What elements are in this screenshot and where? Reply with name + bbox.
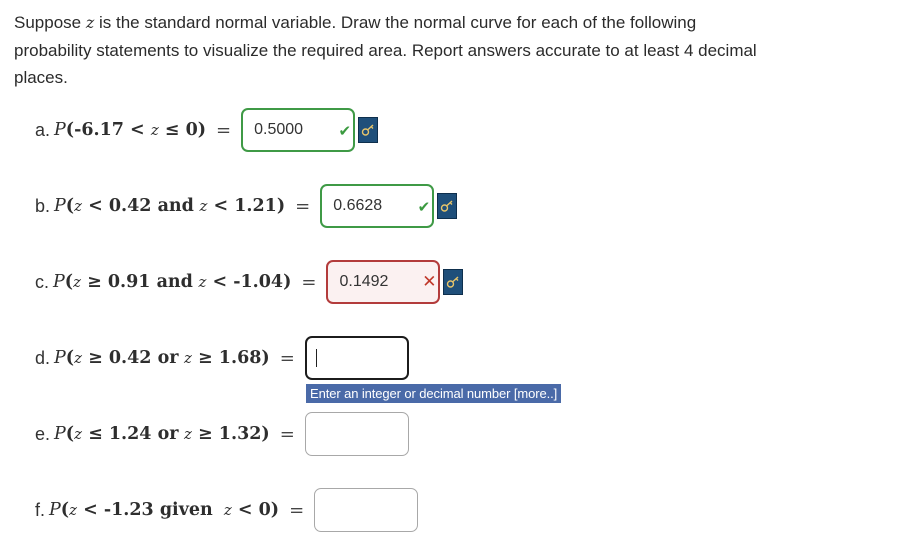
question-expression: P(z < 0.42 and z < 1.21) [54,196,286,216]
question-b: b. P(z < 0.42 and z < 1.21) = 0.6628 ✔ [35,184,458,228]
equals-sign: = [216,119,232,141]
question-label: d. [35,347,51,368]
question-expression: P(-6.17 < z ≤ 0) [54,120,207,140]
answer-value: 0.6628 [333,197,383,214]
question-label: f. [35,499,46,520]
intro-text-rest: is the standard normal variable. Draw th… [14,13,757,87]
equals-sign: = [295,195,311,217]
answer-value: 0.5000 [254,121,304,138]
question-e: e. P(z ≤ 1.24 or z ≥ 1.32) = [35,412,409,456]
key-icon[interactable] [443,269,464,295]
question-label: e. [35,423,51,444]
answer-field-b[interactable]: 0.6628 ✔ [320,184,435,228]
equals-sign: = [289,499,305,521]
answer-value: 0.1492 [339,273,389,290]
key-icon[interactable] [437,193,458,219]
question-expression: P(z < -1.23 given z < 0) [49,500,280,520]
answer-field-c[interactable]: 0.1492 ✕ [326,260,441,304]
question-expression: P(z ≥ 0.42 or z ≥ 1.68) [54,348,270,368]
answer-field-d[interactable] [304,336,409,380]
checkmark-icon: ✔ [338,123,352,140]
intro-text-start: Suppose [14,13,86,32]
equals-sign: = [279,347,295,369]
question-a: a. P(-6.17 < z ≤ 0) = 0.5000 ✔ [35,108,379,152]
equals-sign: = [301,271,317,293]
question-d: d. P(z ≥ 0.42 or z ≥ 1.68) = [35,336,409,380]
question-expression: P(z ≥ 0.91 and z < -1.04) [53,272,292,292]
equals-sign: = [279,423,295,445]
question-label: b. [35,195,51,216]
key-icon[interactable] [358,117,379,143]
question-c: c. P(z ≥ 0.91 and z < -1.04) = 0.1492 ✕ [35,260,464,304]
question-expression: P(z ≤ 1.24 or z ≥ 1.32) [54,424,270,444]
question-label: c. [35,271,50,292]
answer-field-a[interactable]: 0.5000 ✔ [241,108,356,152]
text-caret [315,349,317,367]
checkmark-icon: ✔ [417,199,431,216]
answer-field-f[interactable] [314,488,419,532]
problem-statement: Suppose z is the standard normal variabl… [14,9,774,92]
question-f: f. P(z < -1.23 given z < 0) = [35,488,419,532]
answer-field-e[interactable] [304,412,409,456]
input-hint-tooltip[interactable]: Enter an integer or decimal number [more… [306,384,562,403]
question-label: a. [35,119,51,140]
cross-icon: ✕ [422,272,437,291]
